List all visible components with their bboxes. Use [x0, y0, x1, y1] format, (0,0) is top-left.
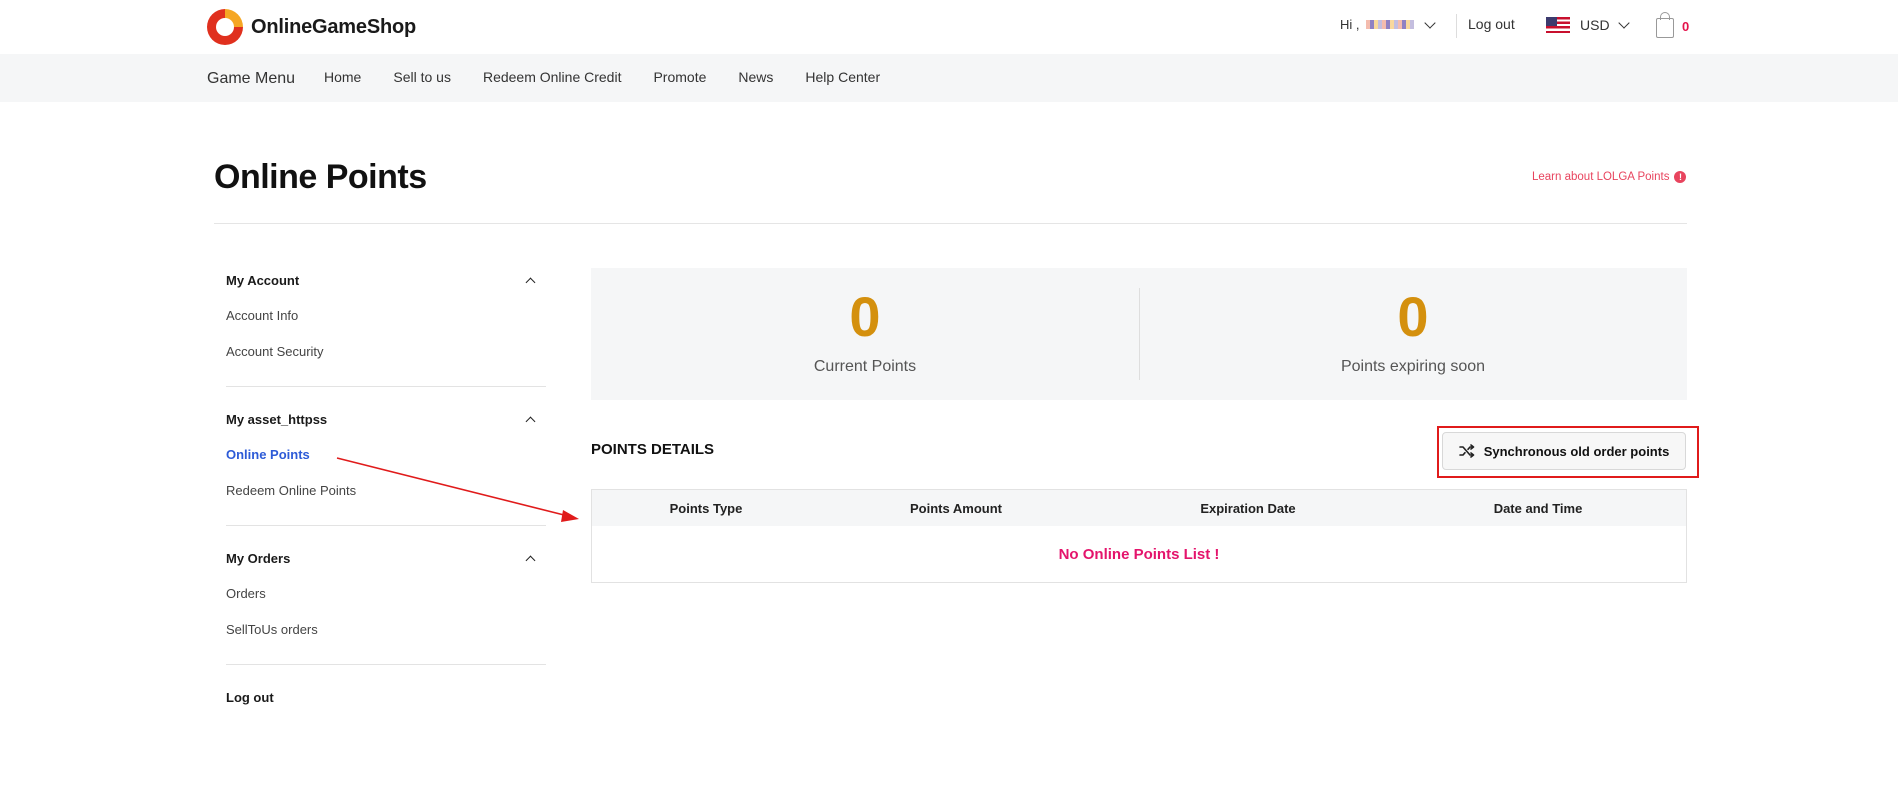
greeting: Hi ,: [1340, 17, 1360, 32]
learn-points-label: Learn about LOLGA Points: [1532, 171, 1670, 183]
sidebar-group-title: My Account: [226, 272, 300, 288]
site-logo[interactable]: OnlineGameShop: [207, 9, 416, 45]
chevron-up-icon: [525, 555, 536, 565]
sidebar-item-redeem-online-points[interactable]: Redeem Online Points: [226, 481, 546, 501]
sidebar-divider: [226, 386, 546, 387]
chevron-up-icon: [525, 277, 536, 287]
column-points-amount: Points Amount: [910, 500, 1002, 516]
sync-old-order-points-button[interactable]: Synchronous old order points: [1442, 432, 1686, 470]
points-summary-card: 0 Current Points 0 Points expiring soon: [591, 268, 1687, 400]
username-redacted: [1365, 20, 1414, 29]
user-menu[interactable]: Hi ,: [1340, 16, 1436, 32]
column-date-and-time: Date and Time: [1493, 500, 1583, 516]
nav-home[interactable]: Home: [324, 69, 361, 85]
sidebar-item-online-points[interactable]: Online Points: [226, 445, 546, 465]
title-divider: [214, 223, 1687, 224]
sidebar-item-orders[interactable]: Orders: [226, 584, 546, 604]
header-logout-link[interactable]: Log out: [1468, 16, 1515, 32]
nav-links: Home Sell to us Redeem Online Credit Pro…: [324, 69, 880, 85]
learn-points-link[interactable]: Learn about LOLGA Points !: [1532, 171, 1687, 183]
us-flag-icon: [1546, 17, 1570, 33]
sidebar-group-my-orders: My Orders Orders SellToUs orders: [226, 548, 546, 640]
info-icon: !: [1674, 171, 1687, 183]
account-sidebar: My Account Account Info Account Security…: [226, 270, 546, 707]
currency-label: USD: [1580, 17, 1610, 33]
nav-promote[interactable]: Promote: [653, 69, 706, 85]
nav-help-center[interactable]: Help Center: [805, 69, 880, 85]
nav-redeem-online-credit[interactable]: Redeem Online Credit: [483, 69, 622, 85]
sidebar-divider: [226, 525, 546, 526]
sidebar-group-header[interactable]: My Account: [226, 270, 546, 290]
column-points-type: Points Type: [669, 500, 743, 516]
empty-state-message: No Online Points List !: [1058, 546, 1220, 563]
expiring-points-stat: 0 Points expiring soon: [1139, 284, 1687, 376]
sidebar-group-title: My Orders: [226, 550, 291, 566]
sidebar-divider: [226, 664, 546, 665]
table-header-row: Points Type Points Amount Expiration Dat…: [592, 490, 1686, 526]
sidebar-item-selltous-orders[interactable]: SellToUs orders: [226, 620, 546, 640]
chevron-down-icon: [1423, 16, 1436, 29]
sidebar-group-title: My asset_httpss: [226, 411, 328, 427]
sidebar-item-account-info[interactable]: Account Info: [226, 306, 546, 326]
expiring-points-label: Points expiring soon: [1340, 358, 1486, 375]
current-points-stat: 0 Current Points: [591, 284, 1139, 376]
sidebar-group-header[interactable]: My asset_httpss: [226, 409, 546, 429]
main-nav: Game Menu Home Sell to us Redeem Online …: [0, 54, 1898, 102]
nav-news[interactable]: News: [738, 69, 773, 85]
expiring-points-value: 0: [1397, 285, 1429, 348]
header-divider: [1456, 14, 1457, 38]
sidebar-group-my-account: My Account Account Info Account Security: [226, 270, 546, 362]
shuffle-icon: [1458, 444, 1474, 458]
cart-button[interactable]: 0: [1656, 12, 1690, 38]
currency-selector[interactable]: USD: [1546, 17, 1630, 33]
current-points-label: Current Points: [813, 358, 917, 375]
sync-button-label: Synchronous old order points: [1483, 443, 1670, 459]
shopping-bag-icon: [1656, 12, 1674, 38]
page-title: Online Points: [214, 158, 427, 196]
logo-icon: [207, 9, 243, 45]
points-details-heading: POINTS DETAILS: [591, 441, 715, 458]
game-menu-button[interactable]: Game Menu: [207, 70, 295, 88]
cart-count: 0: [1682, 18, 1690, 34]
column-expiration-date: Expiration Date: [1200, 500, 1296, 516]
brand-name: OnlineGameShop: [251, 15, 417, 38]
sidebar-logout[interactable]: Log out: [226, 687, 546, 707]
top-header: OnlineGameShop Hi , Log out USD 0: [0, 0, 1898, 54]
sidebar-group-header[interactable]: My Orders: [226, 548, 546, 568]
sidebar-group-my-asset: My asset_httpss Online Points Redeem Onl…: [226, 409, 546, 501]
points-table: Points Type Points Amount Expiration Dat…: [591, 489, 1687, 583]
chevron-up-icon: [525, 416, 536, 426]
sidebar-item-account-security[interactable]: Account Security: [226, 342, 546, 362]
nav-sell-to-us[interactable]: Sell to us: [393, 69, 451, 85]
current-points-value: 0: [849, 285, 881, 348]
chevron-down-icon: [1617, 17, 1630, 29]
